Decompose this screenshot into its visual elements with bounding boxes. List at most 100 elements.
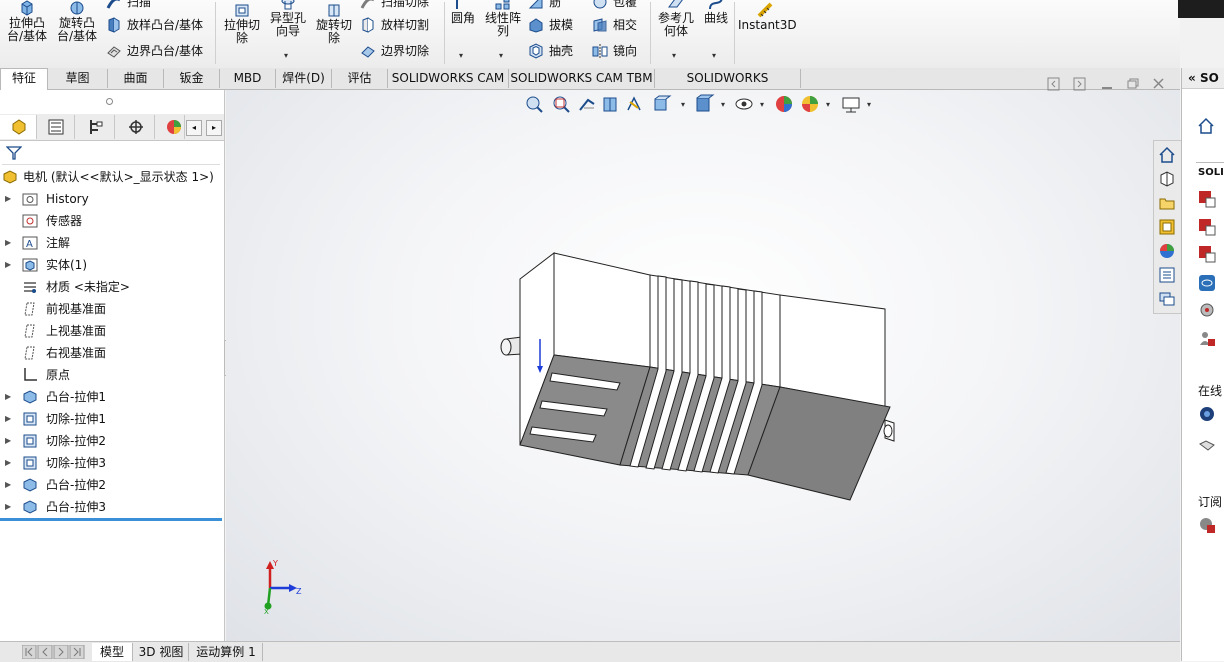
zoom-to-fit-icon[interactable] [526, 96, 543, 113]
sweep-button[interactable]: 扫描 [106, 0, 151, 10]
draft-button[interactable]: 拔模 [528, 17, 573, 33]
subscription-icon[interactable] [1198, 516, 1216, 534]
restore-icon[interactable] [1127, 78, 1139, 89]
dynamic-annotation-icon[interactable] [627, 96, 641, 111]
next-tab-icon[interactable] [53, 645, 69, 659]
expand-arrow-icon[interactable]: ▶ [5, 386, 11, 408]
apply-scene-dropdown-icon[interactable]: ▾ [826, 100, 830, 109]
hole-wizard-dropdown-icon[interactable]: ▾ [284, 51, 288, 60]
next-document-icon[interactable] [1073, 77, 1086, 91]
expand-arrow-icon[interactable]: ▶ [5, 408, 11, 430]
display-style-icon[interactable] [696, 94, 715, 112]
panel-collapse-handle[interactable] [106, 98, 113, 105]
shell-button[interactable]: 抽壳 [528, 43, 573, 59]
revolve-cut-button[interactable]: 旋转切 除 [312, 2, 356, 45]
section-view-icon[interactable] [603, 97, 617, 112]
extrude-cut-button[interactable]: 拉伸切 除 [220, 2, 264, 45]
view-settings-dropdown-icon[interactable]: ▾ [867, 100, 871, 109]
reference-geometry-dropdown-icon[interactable]: ▾ [672, 51, 676, 60]
hide-show-items-icon[interactable] [735, 98, 753, 110]
intersect-button[interactable]: 相交 [592, 17, 637, 33]
online-resource-icon[interactable] [1198, 405, 1216, 423]
previous-view-icon[interactable] [579, 98, 595, 111]
tab-features[interactable]: 特征 [0, 68, 48, 90]
tree-item-annotations[interactable]: ▶ A 注解 [0, 232, 222, 254]
tab-dimxpertmanager[interactable] [118, 115, 155, 139]
tree-item-origin[interactable]: 原点 [0, 364, 222, 386]
home-icon[interactable] [1158, 146, 1176, 164]
hide-show-dropdown-icon[interactable]: ▾ [760, 100, 764, 109]
tab-sketch[interactable]: 草图 [48, 69, 108, 88]
tab-surfaces[interactable]: 曲面 [108, 69, 164, 88]
tree-item-boss-extrude2[interactable]: ▶ 凸台-拉伸2 [0, 474, 222, 496]
previous-tab-icon[interactable] [37, 645, 53, 659]
tab-3d-views[interactable]: 3D 视图 [134, 643, 189, 661]
filter-bar[interactable] [2, 142, 220, 165]
display-style-dropdown-icon[interactable]: ▾ [721, 100, 725, 109]
reference-geometry-button[interactable]: 参考几 何体 [654, 0, 698, 38]
linear-pattern-dropdown-icon[interactable]: ▾ [499, 51, 503, 60]
boundary-boss-button[interactable]: 边界凸台/基体 [106, 43, 203, 59]
rollback-bar[interactable] [0, 518, 222, 521]
expand-arrow-icon[interactable]: ▶ [5, 188, 11, 210]
custom-properties-icon[interactable] [1158, 266, 1176, 284]
expand-arrow-icon[interactable]: ▶ [5, 430, 11, 452]
view-orientation-icon[interactable] [654, 95, 672, 111]
view-palette-icon[interactable] [1158, 218, 1176, 236]
fillet-button[interactable]: 圆角 [447, 0, 479, 25]
solidworks-resource-icon[interactable] [1198, 190, 1216, 208]
expand-arrow-icon[interactable]: ▶ [5, 474, 11, 496]
view-orientation-dropdown-icon[interactable]: ▾ [681, 100, 685, 109]
online-help-icon[interactable] [1198, 274, 1216, 292]
wrap-button[interactable]: 包覆 [592, 0, 637, 10]
tree-item-cut-extrude3[interactable]: ▶ 切除-拉伸3 [0, 452, 222, 474]
tab-solidworks-cam-tbm[interactable]: SOLIDWORKS CAM TBM [509, 69, 655, 88]
tab-weldments[interactable]: 焊件(D) [276, 69, 332, 88]
tree-item-solid-bodies[interactable]: ▶ 实体(1) [0, 254, 222, 276]
tree-item-top-plane[interactable]: 上视基准面 [0, 320, 222, 342]
tree-item-boss-extrude1[interactable]: ▶ 凸台-拉伸1 [0, 386, 222, 408]
expand-arrow-icon[interactable]: ▶ [5, 496, 11, 518]
tree-item-cut-extrude2[interactable]: ▶ 切除-拉伸2 [0, 430, 222, 452]
curves-dropdown-icon[interactable]: ▾ [712, 51, 716, 60]
expand-arrow-icon[interactable]: ▶ [5, 254, 11, 276]
first-tab-icon[interactable] [22, 645, 37, 659]
tree-item-front-plane[interactable]: 前视基准面 [0, 298, 222, 320]
hole-wizard-button[interactable]: 异型孔 向导 [266, 0, 310, 38]
expand-arrow-icon[interactable]: ▶ [5, 232, 11, 254]
rib-button[interactable]: 筋 [528, 0, 561, 10]
tab-configurationmanager[interactable] [78, 115, 115, 139]
sweep-cut-button[interactable]: 扫描切除 [360, 0, 429, 10]
gear-icon[interactable] [1198, 301, 1216, 319]
collapse-pane-icon[interactable]: « [1188, 71, 1196, 85]
tree-item-material[interactable]: 材质 <未指定> [0, 276, 222, 298]
instant3d-button[interactable]: Instant3D [738, 2, 797, 32]
revolve-boss-button[interactable]: 旋转凸 台/基体 [54, 0, 100, 43]
tab-scroll-left-icon[interactable]: ◂ [186, 120, 202, 136]
loft-boss-button[interactable]: 放样凸台/基体 [106, 17, 203, 33]
previous-document-icon[interactable] [1047, 77, 1060, 91]
tab-featuremanager[interactable] [0, 115, 37, 139]
tree-root-part[interactable]: 电机 (默认<<默认>_显示状态 1>) [0, 166, 222, 188]
tab-model[interactable]: 模型 [92, 643, 133, 661]
view-settings-icon[interactable] [842, 97, 860, 113]
tab-propertymanager[interactable] [38, 115, 75, 139]
extrude-boss-button[interactable]: 拉伸凸 台/基体 [4, 0, 50, 43]
mirror-button[interactable]: 镜向 [592, 43, 637, 59]
tab-solidworks-cam[interactable]: SOLIDWORKS CAM [388, 69, 509, 88]
tab-displaymanager[interactable] [158, 115, 185, 139]
apply-scene-icon[interactable] [802, 96, 818, 112]
curves-button[interactable]: 曲线 [700, 0, 732, 25]
appearances-icon[interactable] [1158, 242, 1176, 260]
zoom-to-area-icon[interactable] [553, 96, 570, 113]
solidworks-resource-icon[interactable] [1198, 218, 1216, 236]
fillet-dropdown-icon[interactable]: ▾ [459, 51, 463, 60]
forum-icon[interactable] [1158, 290, 1176, 308]
motor-3d-model[interactable] [490, 245, 910, 510]
tree-item-right-plane[interactable]: 右视基准面 [0, 342, 222, 364]
tree-item-boss-extrude3[interactable]: ▶ 凸台-拉伸3 [0, 496, 222, 518]
file-explorer-icon[interactable] [1158, 194, 1176, 212]
tab-scroll-right-icon[interactable]: ▸ [206, 120, 222, 136]
tab-motion-study-1[interactable]: 运动算例 1 [190, 643, 263, 661]
home-icon[interactable] [1197, 117, 1215, 135]
